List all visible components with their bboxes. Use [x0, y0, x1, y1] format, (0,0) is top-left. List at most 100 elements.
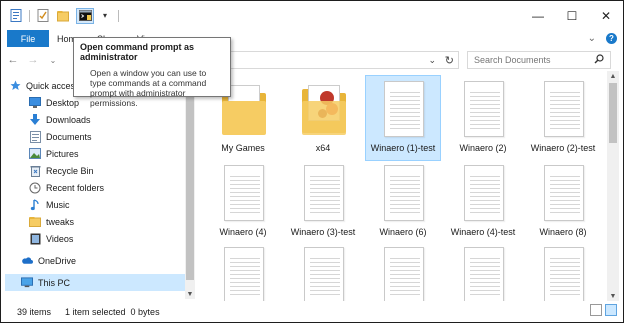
- file-item-document[interactable]: Winaero (1)-test: [365, 75, 441, 161]
- recycle-bin-icon: [29, 165, 41, 177]
- search-icon[interactable]: [594, 54, 604, 67]
- minimize-button[interactable]: —: [521, 1, 555, 30]
- help-icon[interactable]: ?: [606, 33, 617, 44]
- status-bar: 39 items 1 item selected 0 bytes: [1, 301, 623, 322]
- back-icon[interactable]: ←: [5, 52, 21, 68]
- nav-item-label: Downloads: [46, 114, 91, 125]
- desktop-icon: [29, 97, 41, 109]
- nav-item-label: This PC: [38, 277, 71, 288]
- toolbar-separator: [118, 9, 119, 22]
- nav-item-label: Desktop: [46, 97, 80, 108]
- details-view-icon[interactable]: [590, 304, 602, 316]
- file-label: Winaero (4): [219, 227, 267, 237]
- document-icon: [220, 245, 266, 301]
- recent-locations-icon[interactable]: ⌄: [45, 52, 61, 68]
- file-label: Winaero (1)-test: [370, 143, 436, 153]
- nav-item-label: OneDrive: [38, 255, 77, 266]
- content-scrollbar[interactable]: ▲ ▼: [607, 71, 619, 301]
- file-item-document[interactable]: [285, 245, 361, 301]
- nav-item-label: Videos: [46, 233, 74, 244]
- title-bar: ▾ — ☐ ✕: [1, 1, 623, 30]
- file-label: Winaero (2)-test: [530, 143, 596, 153]
- nav-item-onedrive[interactable]: OneDrive: [21, 252, 195, 269]
- file-item-folder[interactable]: x64: [285, 79, 361, 161]
- file-item-document[interactable]: Winaero (4)-test: [445, 163, 521, 243]
- documents-icon: [29, 130, 41, 143]
- nav-item-recent-folders[interactable]: Recent folders 📌: [29, 179, 195, 196]
- file-item-document[interactable]: Winaero (3)-test: [285, 163, 361, 243]
- file-item-document[interactable]: [365, 245, 441, 301]
- document-icon: [540, 163, 586, 223]
- scroll-down-icon[interactable]: ▼: [185, 290, 195, 299]
- navigation-pane: Quick access Desktop 📌 Downloads 📌 Docum…: [5, 75, 195, 299]
- forward-icon[interactable]: →: [25, 52, 41, 68]
- item-count: 39 items: [17, 306, 52, 317]
- star-icon: [9, 80, 21, 92]
- file-item-document[interactable]: [525, 245, 601, 301]
- nav-item-tweaks[interactable]: tweaks: [29, 213, 195, 230]
- nav-item-documents[interactable]: Documents 📌: [29, 128, 195, 145]
- file-label: Winaero (8): [539, 227, 587, 237]
- nav-item-label: Music: [46, 199, 70, 210]
- scroll-thumb[interactable]: [186, 85, 194, 280]
- window-controls: — ☐ ✕: [521, 1, 623, 30]
- scroll-up-icon[interactable]: ▲: [607, 71, 619, 81]
- file-label: Winaero (4)-test: [450, 227, 516, 237]
- music-icon: [29, 198, 41, 211]
- properties-icon[interactable]: [9, 9, 23, 23]
- file-item-document[interactable]: Winaero (6): [365, 163, 441, 243]
- scroll-thumb[interactable]: [609, 83, 617, 143]
- file-item-document[interactable]: Winaero (2)-test: [525, 79, 601, 161]
- folder-icon[interactable]: [56, 9, 70, 23]
- file-label: Winaero (3)-test: [290, 227, 356, 237]
- scroll-down-icon[interactable]: ▼: [607, 291, 619, 301]
- close-button[interactable]: ✕: [589, 1, 623, 30]
- file-item-document[interactable]: Winaero (4): [205, 163, 281, 243]
- nav-item-music[interactable]: Music: [29, 196, 195, 213]
- command-prompt-icon[interactable]: [76, 7, 94, 24]
- search-placeholder: Search Documents: [474, 55, 551, 65]
- tab-file[interactable]: File: [7, 30, 49, 47]
- large-icons-view-icon[interactable]: [605, 304, 617, 316]
- onedrive-icon: [21, 255, 33, 267]
- tooltip-body: Open a window you can use to type comman…: [90, 68, 207, 108]
- refresh-icon[interactable]: ↻: [445, 52, 454, 68]
- customize-dropdown-icon[interactable]: ▾: [98, 9, 112, 23]
- videos-icon: [29, 233, 41, 245]
- document-icon: [540, 245, 586, 301]
- search-input[interactable]: Search Documents: [467, 51, 611, 69]
- ribbon-expand-icon[interactable]: ⌄: [588, 33, 596, 44]
- nav-pane-scrollbar[interactable]: ▲ ▼: [185, 75, 195, 299]
- nav-item-label: Documents: [46, 131, 92, 142]
- file-label: Winaero (2): [459, 143, 507, 153]
- nav-item-videos[interactable]: Videos: [29, 230, 195, 247]
- nav-item-label: tweaks: [46, 216, 75, 227]
- document-icon: [460, 245, 506, 301]
- nav-item-recycle-bin[interactable]: Recycle Bin 📌: [29, 162, 195, 179]
- file-item-document[interactable]: [445, 245, 521, 301]
- document-icon: [380, 163, 426, 223]
- address-dropdown-icon[interactable]: ⌄: [428, 52, 436, 68]
- checkmark-icon[interactable]: [36, 9, 50, 23]
- document-icon: [300, 163, 346, 223]
- tooltip: Open command prompt as administrator Ope…: [73, 37, 231, 108]
- maximize-button[interactable]: ☐: [555, 1, 589, 30]
- file-label: x64: [315, 143, 331, 153]
- nav-item-pictures[interactable]: Pictures 📌: [29, 145, 195, 162]
- view-buttons: [590, 304, 617, 316]
- explorer-window: ▾ — ☐ ✕ File Home Share View ⌄ ? ← → ⌄ ⌄…: [0, 0, 624, 323]
- nav-item-this-pc[interactable]: This PC: [5, 274, 185, 291]
- folder-gear-icon: [300, 79, 346, 139]
- nav-item-label: Recycle Bin: [46, 165, 94, 176]
- file-item-document[interactable]: Winaero (8): [525, 163, 601, 243]
- this-pc-icon: [21, 277, 33, 289]
- toolbar-separator: [29, 9, 30, 22]
- file-item-document[interactable]: Winaero (2): [445, 79, 521, 161]
- ribbon-right: ⌄ ?: [588, 30, 617, 47]
- nav-item-downloads[interactable]: Downloads 📌: [29, 111, 195, 128]
- file-item-document[interactable]: [205, 245, 281, 301]
- selection-info: 1 item selected 0 bytes: [65, 306, 160, 317]
- nav-item-label: Pictures: [46, 148, 79, 159]
- recent-folders-icon: [29, 182, 41, 194]
- tooltip-title: Open command prompt as administrator: [80, 42, 195, 62]
